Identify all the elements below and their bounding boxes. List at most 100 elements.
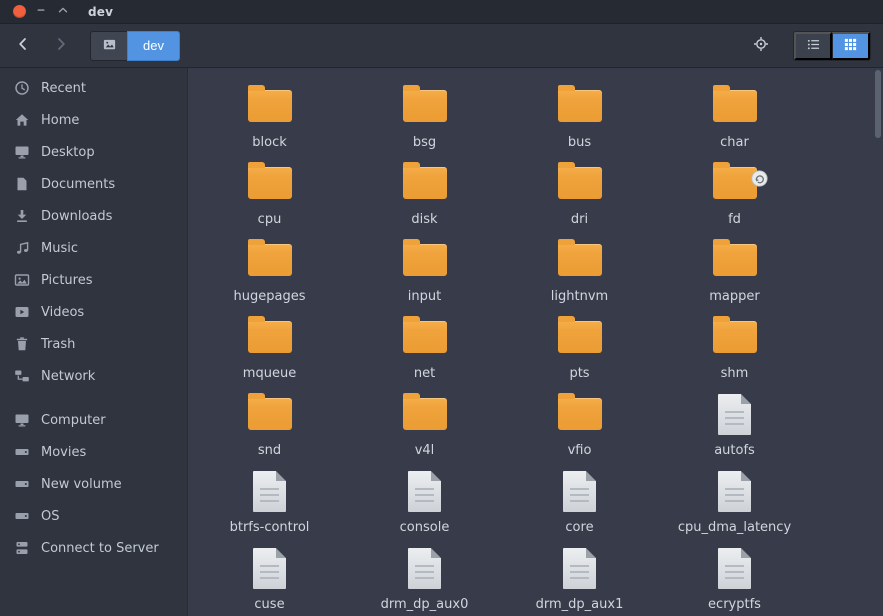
sidebar-places: Recent Home Desktop Documents Downloads Music… <box>0 72 187 392</box>
sidebar-item-downloads[interactable]: Downloads <box>0 200 187 232</box>
sidebar-item-videos[interactable]: Videos <box>0 296 187 328</box>
toolbar-right <box>743 30 871 61</box>
breadcrumb-dev[interactable]: dev <box>127 30 180 61</box>
sidebar-item-label: Recent <box>41 80 86 96</box>
file-icon-slot <box>240 313 300 361</box>
sidebar-item-label: Computer <box>41 412 106 428</box>
file-item-v4l[interactable]: v4l <box>347 390 502 467</box>
file-icon <box>718 547 751 589</box>
forward-icon <box>53 36 69 55</box>
minimize-icon <box>34 2 48 21</box>
file-label: btrfs-control <box>229 520 310 535</box>
file-label: char <box>720 135 749 150</box>
file-item-ecryptfs[interactable]: ecryptfs <box>657 544 812 616</box>
file-icon-slot <box>550 390 610 438</box>
file-icon <box>563 470 596 512</box>
folder-icon <box>402 393 447 430</box>
locate-button[interactable] <box>743 31 779 61</box>
sidebar-item-label: Network <box>41 368 96 384</box>
file-label: bus <box>567 135 592 150</box>
file-icon-slot <box>705 159 768 207</box>
file-grid: block bsg bus char cpu disk dri fd hugepages inpu… <box>188 68 883 616</box>
minimize-button[interactable] <box>30 1 52 23</box>
computer-icon <box>14 412 30 428</box>
file-item-lightnvm[interactable]: lightnvm <box>502 236 657 313</box>
file-icon <box>718 393 751 435</box>
file-item-net[interactable]: net <box>347 313 502 390</box>
sidebar-item-pictures[interactable]: Pictures <box>0 264 187 296</box>
sidebar-item-label: Movies <box>41 444 87 460</box>
file-item-console[interactable]: console <box>347 467 502 544</box>
sidebar-item-network[interactable]: Network <box>0 360 187 392</box>
list-view-button[interactable] <box>794 31 832 60</box>
sidebar-item-computer[interactable]: Computer <box>0 404 187 436</box>
file-item-cuse[interactable]: cuse <box>192 544 347 616</box>
sidebar-item-music[interactable]: Music <box>0 232 187 264</box>
file-item-dri[interactable]: dri <box>502 159 657 236</box>
back-button[interactable] <box>4 31 42 61</box>
sidebar-item-home[interactable]: Home <box>0 104 187 136</box>
folder-icon <box>402 85 447 122</box>
sidebar-item-os[interactable]: OS <box>0 500 187 532</box>
file-item-hugepages[interactable]: hugepages <box>192 236 347 313</box>
folder-icon <box>247 162 292 199</box>
sidebar-item-documents[interactable]: Documents <box>0 168 187 200</box>
file-label: ecryptfs <box>708 597 761 612</box>
forward-button[interactable] <box>42 31 80 61</box>
file-item-drm-dp-aux0[interactable]: drm_dp_aux0 <box>347 544 502 616</box>
clock-icon <box>14 80 30 96</box>
sidebar-item-connect-to-server[interactable]: Connect to Server <box>0 532 187 564</box>
file-item-bus[interactable]: bus <box>502 82 657 159</box>
file-icon <box>563 547 596 589</box>
scrollbar-thumb[interactable] <box>875 70 881 138</box>
server-icon <box>14 540 30 556</box>
titlebar: dev <box>0 0 883 24</box>
file-label: lightnvm <box>550 289 609 304</box>
symlink-emblem-icon <box>750 170 768 187</box>
folder-icon <box>712 239 757 276</box>
sidebar-item-label: Connect to Server <box>41 540 159 556</box>
file-item-input[interactable]: input <box>347 236 502 313</box>
sidebar-item-label: Home <box>41 112 80 128</box>
grid-view-button[interactable] <box>832 31 870 60</box>
file-item-core[interactable]: core <box>502 467 657 544</box>
folder-icon <box>247 316 292 353</box>
maximize-button[interactable] <box>52 1 74 23</box>
downloads-icon <box>14 208 30 224</box>
sidebar-item-label: Videos <box>41 304 85 320</box>
close-button[interactable] <box>8 1 30 23</box>
file-label: fd <box>728 212 741 227</box>
file-label: vfio <box>567 443 592 458</box>
file-item-shm[interactable]: shm <box>657 313 812 390</box>
file-item-mapper[interactable]: mapper <box>657 236 812 313</box>
file-item-vfio[interactable]: vfio <box>502 390 657 467</box>
sidebar-item-desktop[interactable]: Desktop <box>0 136 187 168</box>
sidebar-item-recent[interactable]: Recent <box>0 72 187 104</box>
sidebar-item-new-volume[interactable]: New volume <box>0 468 187 500</box>
music-icon <box>14 240 30 256</box>
file-item-autofs[interactable]: autofs <box>657 390 812 467</box>
file-item-pts[interactable]: pts <box>502 313 657 390</box>
file-icon-slot <box>550 236 610 284</box>
file-item-btrfs-control[interactable]: btrfs-control <box>192 467 347 544</box>
drive-icon <box>14 508 30 524</box>
sidebar-item-label: OS <box>41 508 60 524</box>
sidebar-item-trash[interactable]: Trash <box>0 328 187 360</box>
file-item-cpu-dma-latency[interactable]: cpu_dma_latency <box>657 467 812 544</box>
file-icon-slot <box>550 313 610 361</box>
file-item-char[interactable]: char <box>657 82 812 159</box>
file-item-cpu[interactable]: cpu <box>192 159 347 236</box>
file-icon-slot <box>705 390 765 438</box>
file-item-block[interactable]: block <box>192 82 347 159</box>
file-item-drm-dp-aux1[interactable]: drm_dp_aux1 <box>502 544 657 616</box>
sidebar-item-movies[interactable]: Movies <box>0 436 187 468</box>
file-item-disk[interactable]: disk <box>347 159 502 236</box>
trash-icon <box>14 336 30 352</box>
file-label: hugepages <box>233 289 306 304</box>
path-root-button[interactable] <box>90 30 127 61</box>
file-item-bsg[interactable]: bsg <box>347 82 502 159</box>
file-item-fd[interactable]: fd <box>657 159 812 236</box>
file-item-mqueue[interactable]: mqueue <box>192 313 347 390</box>
file-item-snd[interactable]: snd <box>192 390 347 467</box>
file-icon-slot <box>395 390 455 438</box>
